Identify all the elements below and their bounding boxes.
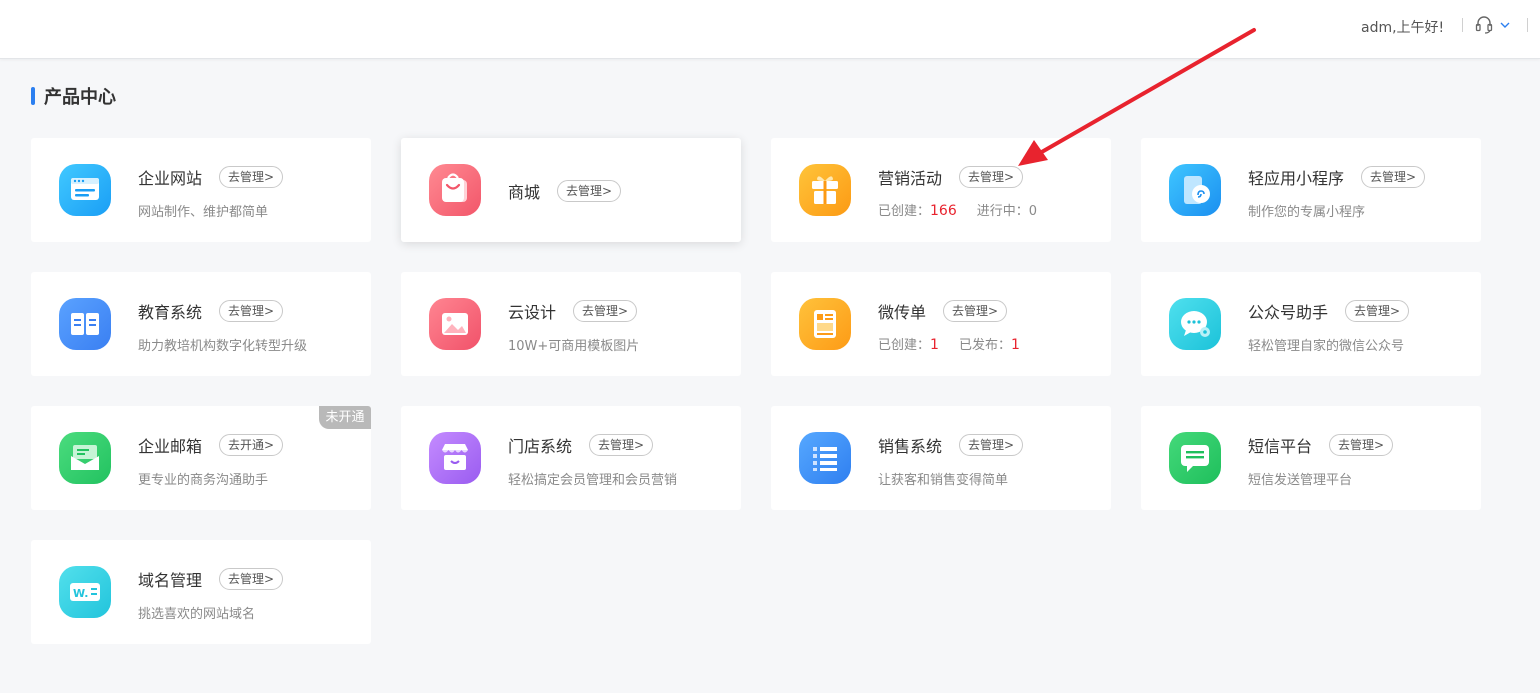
card-title: 短信平台 xyxy=(1248,437,1313,456)
mini-program-icon xyxy=(1169,164,1221,216)
card-stats: 已创建：1 已发布：1 xyxy=(878,334,1020,353)
manage-button[interactable]: 去管理> xyxy=(573,300,638,322)
user-greeting: adm,上午好! xyxy=(1361,20,1445,36)
manage-button[interactable]: 去管理> xyxy=(1329,434,1394,456)
activate-button[interactable]: 去开通> xyxy=(219,434,284,456)
card-title: 营销活动 xyxy=(878,169,943,188)
card-description: 让获客和销售变得简单 xyxy=(878,473,1009,488)
card-title: 教育系统 xyxy=(138,303,203,322)
card-description: 轻松搞定会员管理和会员营销 xyxy=(508,473,678,488)
stat-value: 1 xyxy=(930,337,939,353)
section-header: 产品中心 xyxy=(31,86,116,108)
product-card-domain[interactable]: W. 域名管理 去管理> 挑选喜欢的网站域名 xyxy=(31,540,371,644)
card-description: 10W+可商用模板图片 xyxy=(508,339,640,354)
card-title: 公众号助手 xyxy=(1248,303,1329,322)
stat-value: 166 xyxy=(930,203,957,219)
product-card-education[interactable]: 教育系统 去管理> 助力教培机构数字化转型升级 xyxy=(31,272,371,376)
product-card-website[interactable]: 企业网站 去管理> 网站制作、维护都简单 xyxy=(31,138,371,242)
manage-button[interactable]: 去管理> xyxy=(219,166,284,188)
card-title: 轻应用小程序 xyxy=(1248,169,1345,188)
card-description: 短信发送管理平台 xyxy=(1248,473,1353,488)
website-icon xyxy=(59,164,111,216)
product-card-enterprise-mail[interactable]: 未开通 企业邮箱 去开通> 更专业的商务沟通助手 xyxy=(31,406,371,510)
mail-icon xyxy=(59,432,111,484)
card-title: 微传单 xyxy=(878,303,927,322)
product-card-sales-system[interactable]: 销售系统 去管理> 让获客和销售变得简单 xyxy=(771,406,1111,510)
manage-button[interactable]: 去管理> xyxy=(959,166,1024,188)
card-description: 网站制作、维护都简单 xyxy=(138,205,269,220)
product-card-marketing[interactable]: 营销活动 去管理> 已创建：166 进行中：0 xyxy=(771,138,1111,242)
card-description: 挑选喜欢的网站域名 xyxy=(138,607,256,622)
product-card-wechat-assistant[interactable]: 公众号助手 去管理> 轻松管理自家的微信公众号 xyxy=(1141,272,1481,376)
card-description: 制作您的专属小程序 xyxy=(1248,205,1366,220)
manage-button[interactable]: 去管理> xyxy=(1345,300,1410,322)
stat-value: 1 xyxy=(1010,337,1020,353)
manage-button[interactable]: 去管理> xyxy=(219,568,284,590)
gift-icon xyxy=(799,164,851,216)
list-icon xyxy=(799,432,851,484)
product-card-sms-platform[interactable]: 短信平台 去管理> 短信发送管理平台 xyxy=(1141,406,1481,510)
card-title: 销售系统 xyxy=(878,437,943,456)
sms-icon xyxy=(1169,432,1221,484)
manage-button[interactable]: 去管理> xyxy=(959,434,1024,456)
image-icon xyxy=(429,298,481,350)
store-icon xyxy=(429,432,481,484)
product-card-flyer[interactable]: 微传单 去管理> 已创建：1 已发布：1 xyxy=(771,272,1111,376)
stat-value: 0 xyxy=(1028,204,1038,219)
divider xyxy=(1527,18,1528,32)
stat-label: 已创建： xyxy=(878,338,931,353)
stat-label: 已创建： xyxy=(878,204,931,219)
svg-text:W.: W. xyxy=(73,587,88,600)
manage-button[interactable]: 去管理> xyxy=(589,434,654,456)
product-card-mini-program[interactable]: 轻应用小程序 去管理> 制作您的专属小程序 xyxy=(1141,138,1481,242)
product-card-mall[interactable]: 商城 去管理> xyxy=(401,138,741,242)
card-description: 更专业的商务沟通助手 xyxy=(138,473,269,488)
top-bar: adm,上午好! xyxy=(0,0,1540,59)
section-accent-bar xyxy=(31,87,35,105)
shopping-bag-icon xyxy=(429,164,481,216)
manage-button[interactable]: 去管理> xyxy=(219,300,284,322)
card-description: 轻松管理自家的微信公众号 xyxy=(1248,339,1405,354)
divider xyxy=(1462,18,1463,32)
stat-label: 已发布： xyxy=(958,338,1011,353)
book-icon xyxy=(59,298,111,350)
card-title: 企业邮箱 xyxy=(138,437,203,456)
section-title: 产品中心 xyxy=(44,87,116,108)
wechat-icon xyxy=(1169,298,1221,350)
card-stats: 已创建：166 进行中：0 xyxy=(878,200,1037,219)
manage-button[interactable]: 去管理> xyxy=(943,300,1008,322)
manage-button[interactable]: 去管理> xyxy=(557,180,622,202)
card-title: 门店系统 xyxy=(508,437,573,456)
domain-icon: W. xyxy=(59,566,111,618)
stat-label: 进行中： xyxy=(976,204,1029,219)
card-title: 商城 xyxy=(508,183,541,202)
card-description: 助力教培机构数字化转型升级 xyxy=(138,339,308,354)
manage-button[interactable]: 去管理> xyxy=(1361,166,1426,188)
product-card-cloud-design[interactable]: 云设计 去管理> 10W+可商用模板图片 xyxy=(401,272,741,376)
flyer-icon xyxy=(799,298,851,350)
status-badge: 未开通 xyxy=(319,406,371,429)
card-title: 企业网站 xyxy=(138,169,203,188)
card-title: 云设计 xyxy=(508,303,557,322)
chevron-down-icon xyxy=(1500,22,1510,28)
card-title: 域名管理 xyxy=(138,571,203,590)
product-card-store-system[interactable]: 门店系统 去管理> 轻松搞定会员管理和会员营销 xyxy=(401,406,741,510)
customer-service-menu[interactable] xyxy=(1475,14,1515,36)
